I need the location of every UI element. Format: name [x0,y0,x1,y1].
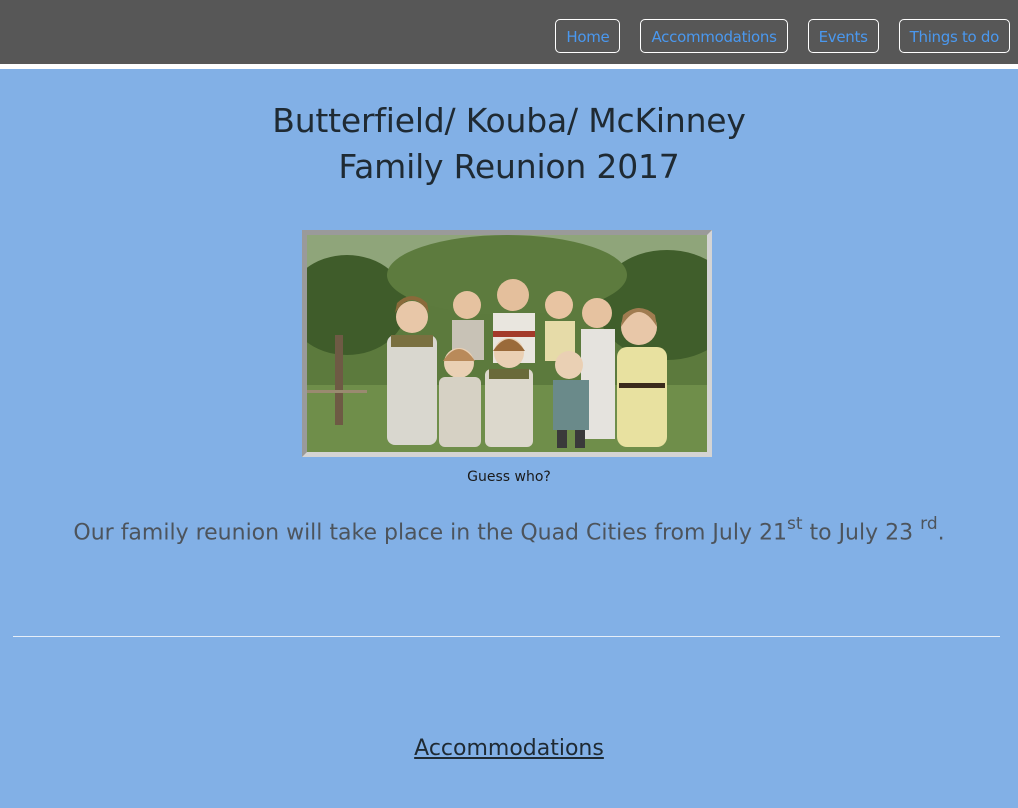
intro-superscript-rd: rd [920,514,938,534]
family-photo-image [307,235,707,452]
intro-superscript-st: st [786,514,803,534]
nav-events-button[interactable]: Events [807,19,879,53]
nav-things-to-do-button[interactable]: Things to do [898,19,1010,53]
photo-caption: Guess who? [467,469,551,485]
main-nav: Home Accommodations Events Things to do [555,19,1010,53]
accommodations-heading[interactable]: Accommodations [0,736,1018,761]
header-divider [0,64,1018,69]
page-title-line-1: Butterfield/ Kouba/ McKinney [272,101,746,140]
nav-home-button[interactable]: Home [555,19,621,53]
page-title-line-2: Family Reunion 2017 [338,147,680,186]
section-divider [13,636,1000,637]
reunion-intro-text: Our family reunion will take place in th… [0,514,1018,546]
intro-text-end: . [937,520,945,546]
top-navigation-bar: Home Accommodations Events Things to do [0,0,1018,64]
family-photo [302,230,712,457]
intro-text-start: Our family reunion will take place in th… [73,520,787,546]
nav-accommodations-button[interactable]: Accommodations [640,19,788,53]
page-title: Butterfield/ Kouba/ McKinney Family Reun… [0,98,1018,190]
intro-text-middle: to July 23 [802,520,921,546]
